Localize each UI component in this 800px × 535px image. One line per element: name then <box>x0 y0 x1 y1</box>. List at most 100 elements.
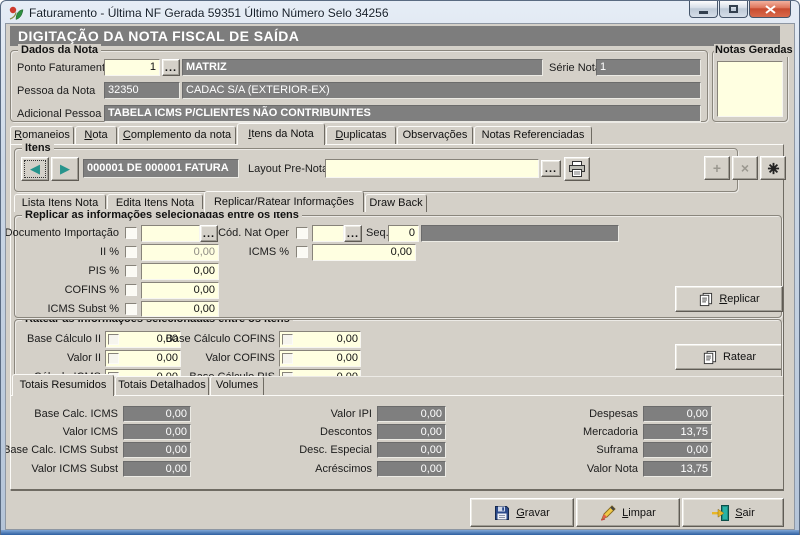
icms-percent-input[interactable]: 0,00 <box>312 244 416 261</box>
group-dados-title: Dados da Nota <box>18 44 101 57</box>
valor-ipi-field: 0,00 <box>377 406 446 422</box>
close-button[interactable] <box>749 1 791 18</box>
cofins-percent-checkbox[interactable] <box>125 284 137 296</box>
save-floppy-icon <box>494 505 510 521</box>
ponto-faturamento-browse-button[interactable]: ... <box>162 59 180 76</box>
tab-duplicatas[interactable]: Duplicatas <box>326 126 396 144</box>
tab-notas-referenciadas[interactable]: Notas Referenciadas <box>474 126 592 144</box>
pis-percent-input[interactable]: 0,00 <box>141 263 219 280</box>
base-calculo-pis-checkbox[interactable] <box>282 372 293 376</box>
adicional-pessoa-field: TABELA ICMS P/CLIENTES NÃO CONTRIBUINTES <box>104 105 701 122</box>
valor-ii-label: Valor II <box>67 352 101 365</box>
tab-nota[interactable]: Nota <box>75 126 117 144</box>
tab-itens-da-nota[interactable]: Itens da Nota <box>237 123 325 145</box>
valor-nota-label: Valor Nota <box>587 463 638 476</box>
minimize-icon <box>699 11 708 14</box>
seq-input[interactable]: 0 <box>388 225 419 242</box>
base-calculo-cofins-input[interactable]: 0,00 <box>279 331 361 348</box>
tab-draw-back[interactable]: Draw Back <box>365 194 427 212</box>
cofins-percent-input[interactable]: 0,00 <box>141 282 219 299</box>
valor-cofins-input[interactable]: 0,00 <box>279 350 361 367</box>
pis-percent-checkbox[interactable] <box>125 265 137 277</box>
group-notas-geradas-title: Notas Geradas <box>714 44 794 57</box>
adicional-pessoa-label: Adicional Pessoa <box>17 108 101 121</box>
icms-percent-checkbox[interactable] <box>296 246 308 258</box>
valor-ii-value: 0,00 <box>121 351 178 366</box>
tab-replicar-ratear[interactable]: Replicar/Ratear Informações <box>204 191 364 212</box>
close-icon <box>765 5 776 14</box>
next-item-button[interactable]: ▶ <box>51 157 79 181</box>
tab-observacoes[interactable]: Observações <box>397 126 473 144</box>
printer-icon <box>568 161 586 177</box>
tab-totais-resumidos[interactable]: Totais Resumidos <box>12 374 114 396</box>
copy-icon <box>698 292 713 307</box>
pessoa-da-nota-name-field: CADAC S/A (EXTERIOR-EX) <box>182 82 701 99</box>
seq-label: Seq. <box>366 227 389 240</box>
base-calc-icms-label: Base Calc. ICMS <box>34 408 118 421</box>
ii-percent-input[interactable]: 0,00 <box>141 244 219 261</box>
arrow-right-icon: ▶ <box>60 163 70 176</box>
refresh-item-button[interactable] <box>760 156 786 180</box>
group-itens-title: Itens <box>22 142 54 155</box>
despesas-field: 0,00 <box>643 406 712 422</box>
descontos-field: 0,00 <box>377 424 446 440</box>
arrow-left-icon: ◀ <box>30 163 40 176</box>
ponto-faturamento-input[interactable]: 1 <box>104 59 160 76</box>
base-calculo-cofins-label: Base Cálculo COFINS <box>166 333 275 346</box>
previous-item-button[interactable]: ◀ <box>21 157 49 181</box>
layout-pre-nota-input[interactable] <box>325 159 539 178</box>
valor-ipi-label: Valor IPI <box>331 408 372 421</box>
tab-volumes[interactable]: Volumes <box>210 376 264 395</box>
tab-totais-detalhados[interactable]: Totais Detalhados <box>115 376 209 395</box>
pis-percent-label: PIS % <box>88 265 119 278</box>
layout-pre-nota-browse-button[interactable]: ... <box>541 160 561 177</box>
replicar-button-label: Replicar <box>719 293 759 305</box>
pessoa-da-nota-label: Pessoa da Nota <box>17 85 95 98</box>
valor-ii-input[interactable]: 0,00 <box>105 350 181 367</box>
limpar-button-label: Limpar <box>622 507 656 519</box>
base-calculo-cofins-checkbox[interactable] <box>282 334 293 345</box>
icms-subst-percent-checkbox[interactable] <box>125 303 137 315</box>
sair-button[interactable]: Sair <box>682 498 784 527</box>
valor-icms-field: 0,00 <box>123 424 191 440</box>
ratear-button[interactable]: Ratear <box>675 344 782 370</box>
base-calculo-pis-input[interactable]: 0,00 <box>279 369 361 376</box>
nat-oper-description-field <box>421 225 619 242</box>
valor-cofins-checkbox[interactable] <box>282 353 293 364</box>
app-icon <box>8 5 24 21</box>
base-calculo-ii-checkbox[interactable] <box>108 334 119 345</box>
sair-button-label: Sair <box>735 507 755 519</box>
delete-item-button[interactable]: × <box>732 156 758 180</box>
tab-complemento-da-nota[interactable]: Complemento da nota <box>118 126 236 144</box>
notas-geradas-listbox[interactable] <box>717 61 783 117</box>
suframa-label: Suframa <box>596 444 638 457</box>
group-ratear: Ratear as informações selecionadas entre… <box>14 319 782 376</box>
limpar-button[interactable]: Limpar <box>576 498 680 527</box>
eraser-pencil-icon <box>600 505 616 521</box>
icms-percent-label: ICMS % <box>249 246 289 259</box>
valor-cofins-value: 0,00 <box>295 351 358 366</box>
page-title: DIGITAÇÃO DA NOTA FISCAL DE SAÍDA <box>10 26 780 46</box>
print-button[interactable] <box>564 157 590 181</box>
gravar-button[interactable]: Gravar <box>470 498 574 527</box>
cod-nat-oper-checkbox[interactable] <box>296 227 308 239</box>
valor-ii-checkbox[interactable] <box>108 353 119 364</box>
minimize-button[interactable] <box>689 1 718 18</box>
documento-importacao-input[interactable] <box>141 225 200 242</box>
cod-nat-oper-browse-button[interactable]: ... <box>344 225 362 242</box>
app-window: Faturamento - Última NF Gerada 59351 Últ… <box>0 0 800 535</box>
add-item-button[interactable]: + <box>704 156 730 180</box>
ii-percent-checkbox[interactable] <box>125 246 137 258</box>
documento-importacao-checkbox[interactable] <box>125 227 137 239</box>
maximize-button[interactable] <box>719 1 748 18</box>
exit-door-icon <box>711 505 729 521</box>
gravar-button-label: Gravar <box>516 507 550 519</box>
cod-nat-oper-input[interactable] <box>312 225 344 242</box>
base-calculo-icms-input[interactable]: 0,00 <box>105 369 181 376</box>
icms-subst-percent-input[interactable]: 0,00 <box>141 301 219 317</box>
ellipsis-icon: ... <box>203 229 215 239</box>
base-calculo-ii-label: Base Cálculo II <box>27 333 101 346</box>
documento-importacao-browse-button[interactable]: ... <box>200 225 218 242</box>
replicar-button[interactable]: Replicar <box>675 286 783 312</box>
totais-resumidos-page: Base Calc. ICMS 0,00 Valor ICMS 0,00 Bas… <box>10 395 784 490</box>
